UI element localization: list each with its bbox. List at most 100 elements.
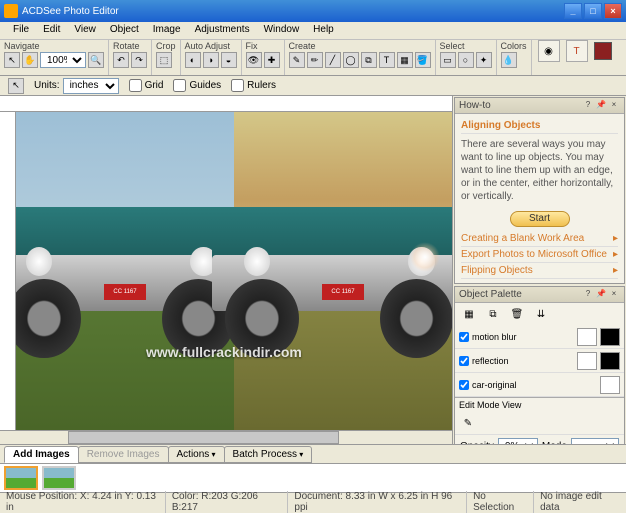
text-mode-button[interactable]: T [566,40,588,62]
menu-adjustments[interactable]: Adjustments [188,22,257,39]
crop-tool[interactable]: ⬚ [156,52,172,68]
rulers-checkbox[interactable]: Rulers [231,79,276,92]
edit-mode-label: Edit Mode View [455,397,624,412]
menu-edit[interactable]: Edit [36,22,67,39]
duplicate-layer-icon[interactable]: ⧉ [485,306,501,322]
rotate-left-button[interactable]: ↶ [113,52,129,68]
foreground-color-swatch[interactable] [594,42,612,60]
object-mode-button[interactable]: ◉ [538,40,560,62]
howto-link-1[interactable]: Creating a Blank Work Area [461,231,618,247]
howto-link-3[interactable]: Flipping Objects [461,263,618,279]
zoom-select[interactable]: 100% [40,52,86,68]
group-colors-label: Colors [501,40,527,52]
lasso-tool[interactable]: ○ [458,52,474,68]
new-layer-icon[interactable]: ▦ [461,306,477,322]
maximize-button[interactable]: □ [584,3,602,19]
layer-mask-icon [600,352,620,370]
palette-close-icon[interactable]: × [608,289,620,301]
horizontal-scrollbar[interactable] [0,430,452,444]
gradient-tool[interactable]: ▦ [397,52,413,68]
layer-visible-checkbox[interactable] [459,356,469,366]
panel-close-icon[interactable]: × [608,100,620,112]
panel-help-icon[interactable]: ? [582,100,594,112]
menu-view[interactable]: View [67,22,103,39]
menu-image[interactable]: Image [146,22,188,39]
palette-pin-icon[interactable]: 📌 [595,289,607,301]
tray-thumbnail-1[interactable] [4,466,38,490]
pointer-tool[interactable]: ↖ [4,52,20,68]
tab-batch-process[interactable]: Batch Process [224,446,313,463]
side-panel: How-to ? 📌 × Aligning Objects There are … [452,96,626,444]
menu-window[interactable]: Window [257,22,307,39]
tray-thumbnail-2[interactable] [42,466,76,490]
clone-tool[interactable]: ⧉ [361,52,377,68]
palette-title: Object Palette [459,289,522,300]
layer-thumb-icon [577,352,597,370]
marquee-tool[interactable]: ▭ [440,52,456,68]
tab-actions[interactable]: Actions [168,446,225,463]
app-title: ACDSee Photo Editor [22,6,119,17]
fill-tool[interactable]: 🪣 [415,52,431,68]
canvas[interactable]: CC 1167 CC 1167 www.full [16,112,452,430]
guides-checkbox[interactable]: Guides [173,79,221,92]
layer-row[interactable]: car-original [455,373,624,397]
group-navigate-label: Navigate [4,40,104,52]
close-button[interactable]: × [604,3,622,19]
blendmode-select[interactable] [571,438,619,444]
howto-link-2[interactable]: Export Photos to Microsoft Office [461,247,618,263]
group-create-label: Create [289,40,431,52]
pencil-tool[interactable]: ✏ [307,52,323,68]
palette-help-icon[interactable]: ? [582,289,594,301]
eyedropper-tool[interactable]: 💧 [501,52,517,68]
auto-levels-button[interactable]: ◐ [185,52,201,68]
hand-tool[interactable]: ✋ [22,52,38,68]
group-autoadjust-label: Auto Adjust [185,40,237,52]
status-editdata: No image edit data [534,491,626,513]
tab-add-images[interactable]: Add Images [4,446,79,463]
vertical-ruler[interactable] [0,112,16,430]
heal-tool[interactable]: ✚ [264,52,280,68]
units-select[interactable]: inches [63,78,119,94]
shape-tool[interactable]: ◯ [343,52,359,68]
opacity-label: Opacity [460,441,494,445]
howto-start-button[interactable]: Start [510,211,570,227]
wand-tool[interactable]: ✦ [476,52,492,68]
panel-pin-icon[interactable]: 📌 [595,100,607,112]
image-tray: Add Images Remove Images Actions Batch P… [0,444,626,492]
tab-remove-images[interactable]: Remove Images [78,446,169,463]
layer-visible-checkbox[interactable] [459,332,469,342]
auto-contrast-button[interactable]: ◑ [203,52,219,68]
editmode-icon[interactable]: ✎ [460,415,476,431]
menu-help[interactable]: Help [306,22,341,39]
opacity-select[interactable]: 0% [498,438,538,444]
delete-layer-icon[interactable]: 🗑 [509,306,525,322]
howto-description: There are several ways you may want to l… [461,134,618,207]
redeye-tool[interactable]: 👁 [246,52,262,68]
howto-current-topic[interactable]: Aligning Objects [461,118,618,134]
horizontal-ruler[interactable] [0,96,452,112]
auto-color-button[interactable]: ◒ [221,52,237,68]
text-tool[interactable]: T [379,52,395,68]
merge-layer-icon[interactable]: ⇊ [533,306,549,322]
group-rotate-label: Rotate [113,40,147,52]
line-tool[interactable]: ╱ [325,52,341,68]
layer-visible-checkbox[interactable] [459,380,469,390]
rotate-right-button[interactable]: ↷ [131,52,147,68]
layer-name: car-original [472,380,597,390]
title-bar: ACDSee Photo Editor _ □ × [0,0,626,22]
zoom-tool[interactable]: 🔍 [88,52,104,68]
group-fix-label: Fix [246,40,280,52]
status-mouse: Mouse Position: X: 4.24 in Y: 0.13 in [0,491,166,513]
menu-object[interactable]: Object [103,22,146,39]
arrow-tool-icon[interactable]: ↖ [8,78,24,94]
layer-thumb-icon [600,376,620,394]
layer-row[interactable]: motion blur [455,325,624,349]
layer-row[interactable]: reflection [455,349,624,373]
menu-file[interactable]: File [6,22,36,39]
layer-name: reflection [472,356,574,366]
main-toolbar: Navigate ↖ ✋ 100% 🔍 Rotate ↶↷ Crop ⬚ Aut… [0,40,626,76]
minimize-button[interactable]: _ [564,3,582,19]
status-color: Color: R:203 G:206 B:217 [166,491,289,513]
grid-checkbox[interactable]: Grid [129,79,164,92]
brush-tool[interactable]: ✎ [289,52,305,68]
